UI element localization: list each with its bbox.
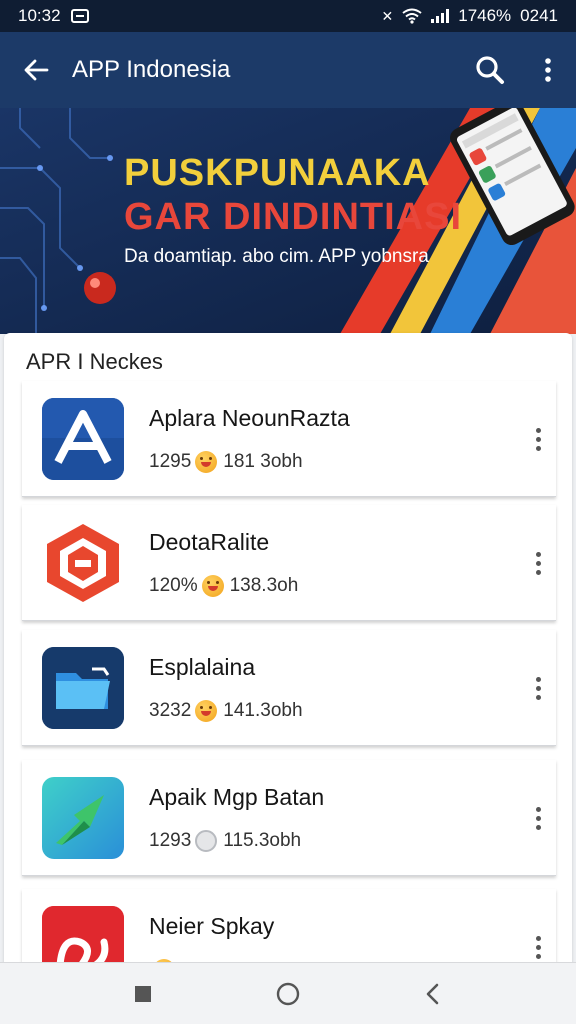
banner-title-line-1: PUSKPUNAAKA <box>124 152 431 194</box>
app-name: DeotaRalite <box>149 529 270 555</box>
wifi-icon <box>402 8 422 24</box>
app-rating: 1295 <box>149 451 192 472</box>
notification-icon <box>70 9 89 23</box>
more-options-button[interactable] <box>520 32 576 108</box>
happy-face-icon <box>195 700 218 722</box>
happy-face-icon <box>201 575 224 597</box>
app-size: 181 3obh <box>223 451 303 472</box>
app-rating: 3232 <box>149 700 192 721</box>
app-meta: 3232 141.3obh <box>149 700 303 722</box>
app-list-card: APR I Neckes Aplara NeounRazta 1295 181 … <box>4 333 572 973</box>
app-list-item[interactable]: Apaik Mgp Batan 1293 115.3obh <box>22 760 556 876</box>
arrow-left-icon <box>24 59 49 81</box>
app-size: 115.3obh <box>223 830 302 851</box>
app-bar: APP Indonesia <box>0 32 576 108</box>
app-list-item[interactable]: Neier Spkay <box>22 889 556 973</box>
app-name: Esplalaina <box>149 654 256 680</box>
neutral-face-icon <box>195 830 218 852</box>
more-vert-icon <box>545 58 551 82</box>
battery-percent: 1746% <box>458 6 512 25</box>
app-meta: 1295 181 3obh <box>149 451 303 473</box>
app-name: Neier Spkay <box>149 913 275 939</box>
back-icon <box>427 983 439 1004</box>
folder-logo-icon <box>42 647 124 729</box>
app-meta: 120% 138.3oh <box>149 575 298 597</box>
app-name: Aplara NeounRazta <box>149 405 350 431</box>
app-list-item[interactable]: DeotaRalite 120% 138.3oh <box>22 505 556 621</box>
status-clock-right: 0241 <box>520 6 558 25</box>
mute-icon: ✕ <box>381 8 394 24</box>
recents-icon <box>134 985 151 1002</box>
app-meta: 1293 115.3obh <box>149 830 301 852</box>
status-time: 10:32 <box>18 6 61 25</box>
section-title: APR I Neckes <box>26 349 163 374</box>
arrow-logo-icon <box>42 777 124 859</box>
recents-button[interactable] <box>113 964 173 1024</box>
item-more-button[interactable] <box>528 419 548 459</box>
app-list-item[interactable]: Esplalaina 3232 141.3obh <box>22 630 556 746</box>
item-more-button[interactable] <box>528 668 548 708</box>
app-rating: 120% <box>149 575 198 596</box>
signal-icon <box>431 9 450 23</box>
status-bar: 10:32 ✕ 1746% 0241 <box>0 0 576 32</box>
nav-back-button[interactable] <box>403 964 463 1024</box>
promo-banner[interactable]: PUSKPUNAAKA GAR DINDINTIASI Da doamtiap.… <box>0 108 576 334</box>
system-nav-bar <box>0 962 576 1024</box>
back-button[interactable] <box>0 32 72 108</box>
home-button[interactable] <box>258 964 318 1024</box>
app-size: 141.3obh <box>223 700 303 721</box>
item-more-button[interactable] <box>528 927 548 967</box>
screen: 10:32 ✕ 1746% 0241 APP Indonesia PUSKPUN… <box>0 0 576 1024</box>
app-rating: 1293 <box>149 830 192 851</box>
search-button[interactable] <box>460 32 520 108</box>
status-right: ✕ 1746% 0241 <box>382 6 559 26</box>
app-name: Apaik Mgp Batan <box>149 784 325 810</box>
item-more-button[interactable] <box>528 798 548 838</box>
happy-face-icon <box>195 451 218 473</box>
status-left: 10:32 <box>18 6 89 26</box>
a-logo-icon <box>42 398 124 480</box>
app-title: APP Indonesia <box>72 56 231 83</box>
banner-subtitle: Da doamtiap. abo cim. APP yobnsra <box>124 246 429 267</box>
item-more-button[interactable] <box>528 543 548 583</box>
banner-title-line-2: GAR DINDINTIASI <box>124 196 462 238</box>
hexagon-logo-icon <box>42 522 124 604</box>
app-size: 138.3oh <box>229 575 299 596</box>
search-icon <box>476 56 504 84</box>
app-list-item[interactable]: Aplara NeounRazta 1295 181 3obh <box>22 381 556 497</box>
home-icon <box>276 982 300 1005</box>
